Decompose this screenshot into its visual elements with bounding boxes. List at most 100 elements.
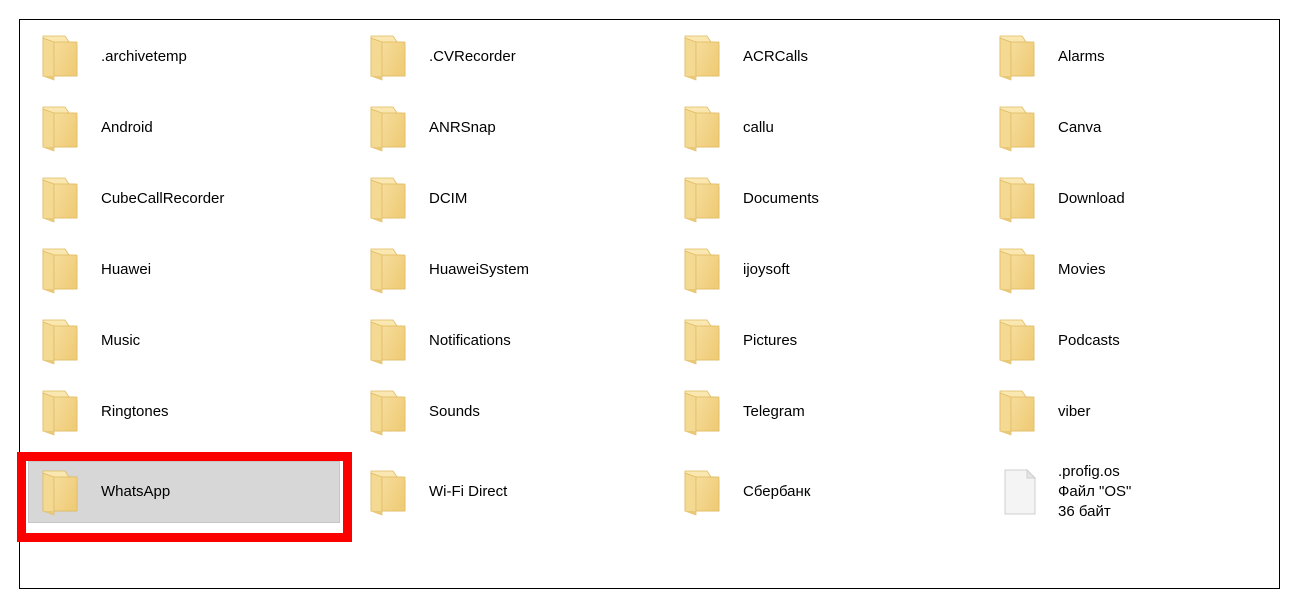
file-item-labels: ANRSnap (429, 118, 496, 138)
file-item-labels: HuaweiSystem (429, 260, 529, 280)
file-item[interactable]: callu (670, 97, 982, 159)
file-item-name: Movies (1058, 260, 1106, 278)
file-item[interactable]: Wi-Fi Direct (356, 461, 668, 523)
folder-icon (681, 316, 727, 366)
folder-icon (681, 32, 727, 82)
file-item[interactable]: Android (28, 97, 340, 159)
file-item[interactable]: Ringtones (28, 381, 340, 443)
file-item-labels: callu (743, 118, 774, 138)
folder-icon-graphic (684, 390, 720, 436)
folder-icon (996, 245, 1042, 295)
file-item-name: viber (1058, 402, 1091, 420)
folder-icon (681, 245, 727, 295)
file-item[interactable]: DCIM (356, 168, 668, 230)
folder-icon-graphic (370, 106, 406, 152)
file-grid: .archivetemp Android CubeCallRecorder Huawe… (20, 20, 1279, 588)
file-item[interactable]: Alarms (985, 26, 1297, 88)
file-item[interactable]: .archivetemp (28, 26, 340, 88)
file-item[interactable]: HuaweiSystem (356, 239, 668, 301)
folder-icon (367, 103, 413, 153)
file-item-meta: Файл "OS" (1058, 482, 1132, 500)
folder-icon (367, 32, 413, 82)
file-item-labels: Pictures (743, 331, 797, 351)
folder-icon-graphic (370, 390, 406, 436)
file-item[interactable]: .profig.os Файл "OS" 36 байт (985, 461, 1297, 523)
file-item-name: WhatsApp (101, 482, 171, 500)
folder-icon (39, 467, 85, 517)
file-item[interactable]: Music (28, 310, 340, 372)
file-item-name: .archivetemp (101, 47, 187, 65)
folder-icon (996, 387, 1042, 437)
file-item-labels: ACRCalls (743, 47, 808, 67)
folder-icon (996, 316, 1042, 366)
folder-icon (39, 32, 85, 82)
file-item[interactable]: Telegram (670, 381, 982, 443)
folder-icon (996, 103, 1042, 153)
folder-icon-graphic (684, 106, 720, 152)
folder-icon-graphic (42, 470, 78, 516)
file-item-name: Ringtones (101, 402, 169, 420)
folder-icon-graphic (42, 319, 78, 365)
file-item[interactable]: Pictures (670, 310, 982, 372)
folder-icon (681, 103, 727, 153)
file-item[interactable]: ANRSnap (356, 97, 668, 159)
file-item[interactable]: Canva (985, 97, 1297, 159)
file-item[interactable]: ijoysoft (670, 239, 982, 301)
file-item[interactable]: WhatsApp (28, 461, 340, 523)
file-item-labels: Documents (743, 189, 819, 209)
file-item-labels: CubeCallRecorder (101, 189, 224, 209)
file-item-labels: .archivetemp (101, 47, 187, 67)
file-item[interactable]: Podcasts (985, 310, 1297, 372)
file-item-name: HuaweiSystem (429, 260, 530, 278)
file-item-name: Podcasts (1058, 331, 1120, 349)
file-item-name: .profig.os (1058, 462, 1120, 480)
folder-icon-graphic (42, 177, 78, 223)
file-item-name: Сбербанк (743, 482, 811, 500)
file-item-name: Pictures (743, 331, 798, 349)
folder-icon-graphic (999, 177, 1035, 223)
file-item-name: DCIM (429, 189, 468, 207)
folder-icon-graphic (684, 177, 720, 223)
file-item-labels: Download (1058, 189, 1125, 209)
folder-icon (681, 467, 727, 517)
file-item-labels: Ringtones (101, 402, 169, 422)
folder-icon (39, 103, 85, 153)
file-item[interactable]: Notifications (356, 310, 668, 372)
folder-icon (39, 387, 85, 437)
file-item-labels: Huawei (101, 260, 151, 280)
file-item-name: Download (1058, 189, 1125, 207)
folder-icon (367, 316, 413, 366)
folder-icon-graphic (370, 35, 406, 81)
file-item-name: ijoysoft (743, 260, 790, 278)
file-item-name: Android (101, 118, 153, 136)
folder-icon-graphic (684, 470, 720, 516)
file-item[interactable]: Documents (670, 168, 982, 230)
file-item[interactable]: Сбербанк (670, 461, 982, 523)
folder-icon (367, 467, 413, 517)
folder-icon-graphic (370, 319, 406, 365)
file-item-labels: .CVRecorder (429, 47, 516, 67)
file-item[interactable]: Huawei (28, 239, 340, 301)
file-item[interactable]: .CVRecorder (356, 26, 668, 88)
file-item-labels: Android (101, 118, 153, 138)
file-item-labels: Movies (1058, 260, 1106, 280)
folder-icon-graphic (42, 35, 78, 81)
folder-icon (39, 316, 85, 366)
file-item[interactable]: Download (985, 168, 1297, 230)
file-item-labels: .profig.os Файл "OS" 36 байт (1058, 462, 1131, 523)
folder-icon-graphic (684, 35, 720, 81)
file-item[interactable]: CubeCallRecorder (28, 168, 340, 230)
file-item-name: Wi-Fi Direct (429, 482, 508, 500)
file-item-name: Huawei (101, 260, 152, 278)
file-explorer-window: .archivetemp Android CubeCallRecorder Huawe… (19, 19, 1280, 589)
file-item[interactable]: Sounds (356, 381, 668, 443)
file-item-labels: Sounds (429, 402, 480, 422)
file-item[interactable]: Movies (985, 239, 1297, 301)
file-item[interactable]: ACRCalls (670, 26, 982, 88)
folder-icon-graphic (42, 390, 78, 436)
file-item-meta: 36 байт (1058, 503, 1111, 521)
folder-icon (367, 174, 413, 224)
file-item[interactable]: viber (985, 381, 1297, 443)
file-item-labels: Telegram (743, 402, 805, 422)
folder-icon-graphic (999, 35, 1035, 81)
